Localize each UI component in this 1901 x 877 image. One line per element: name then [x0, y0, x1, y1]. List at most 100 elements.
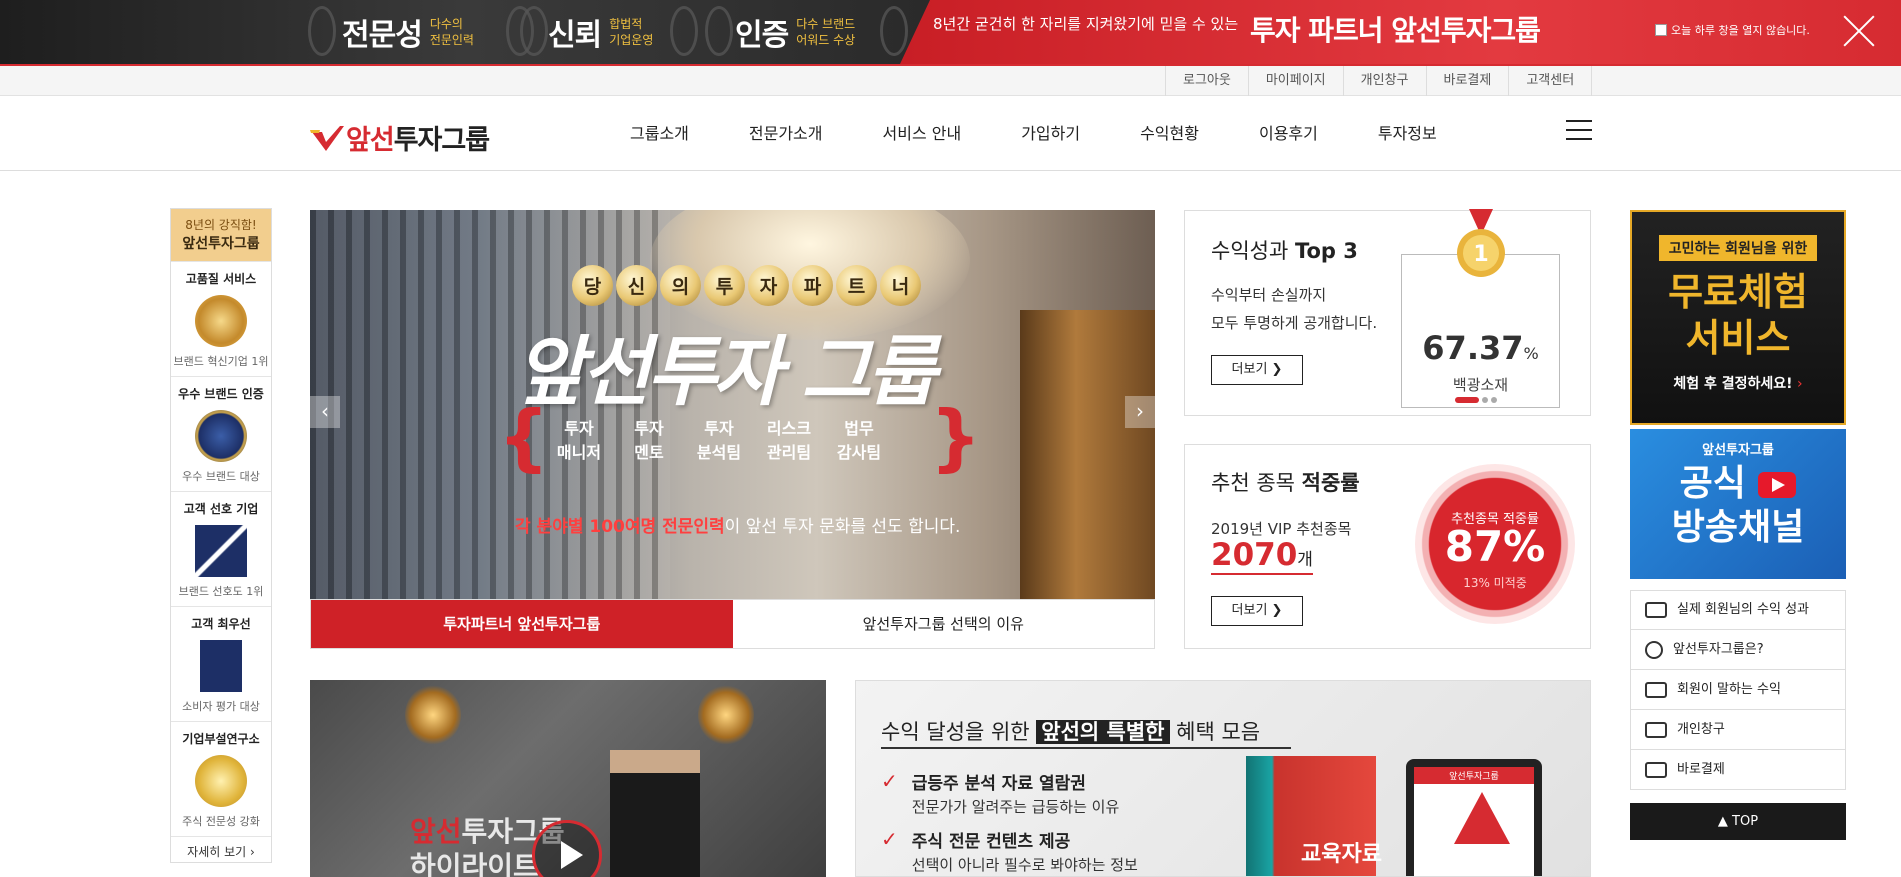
left-quick-panel: 8년의 강직함! 앞선투자그룹 고품질 서비스 브랜드 혁신기업 1위 우수 브… [170, 208, 272, 863]
banner-message: 8년간 굳건히 한 자리를 지켜왔기에 믿을 수 있는 [933, 15, 1239, 33]
banner-brand: 투자 파트너 앞선투자그룹 [1250, 14, 1541, 47]
gold-medal-icon: 1 [1457, 209, 1505, 277]
banner-item-small: 다수의 전문인력 [429, 17, 474, 47]
close-icon[interactable] [1843, 14, 1875, 46]
award-item[interactable]: 고객 최우선 소비자 평가 대상 [171, 606, 271, 721]
brand-seal-icon [195, 410, 247, 462]
nav-item-services[interactable]: 서비스 안내 [883, 96, 962, 171]
hero-badge: 트 [836, 265, 877, 306]
education-book-image: 교육자료 [1246, 756, 1382, 876]
nav-item-join[interactable]: 가입하기 [1021, 96, 1080, 171]
broadcast-channel-ad[interactable]: 앞선투자그룹 공식 방송채널 [1630, 429, 1846, 579]
quick-head-big: 앞선투자그룹 [182, 236, 260, 252]
channel-title-line2: 방송채널 [1671, 507, 1805, 548]
right-link-personal[interactable]: 개인창구 [1630, 710, 1846, 750]
award-title: 기업부설연구소 [182, 732, 260, 746]
circle-percent: 87% [1444, 522, 1546, 571]
quick-head: 8년의 강직함! 앞선투자그룹 [171, 209, 271, 261]
hero-subtitle: 각 분야별 100여명 전문인력이 앞선 투자 문화를 선도 합니다. [515, 512, 960, 537]
util-mypage-link[interactable]: 마이페이지 [1247, 66, 1343, 96]
award-item[interactable]: 고품질 서비스 브랜드 혁신기업 1위 [171, 261, 271, 376]
right-link-reviews[interactable]: 회원이 말하는 수익 [1630, 670, 1846, 710]
team-label: 법무 감사팀 [836, 419, 882, 462]
banner-item-big: 신뢰 [548, 18, 602, 53]
quick-more-link[interactable]: 자세히 보기 › [171, 836, 271, 866]
benefit-item: ✓ 주식 전문 컨텐츠 제공 선택이 아니라 필수로 봐야하는 정보 [881, 827, 1138, 875]
slider-dot[interactable] [1455, 397, 1479, 403]
kcab-logo-icon [200, 640, 242, 692]
benefit-desc: 전문가가 알려주는 급등하는 이유 [911, 798, 1120, 816]
banner-item-small: 다수 브랜드 어워드 수상 [796, 17, 856, 47]
award-title: 고객 최우선 [191, 617, 251, 631]
hero-badge: 너 [880, 265, 921, 306]
benefits-heading-pre: 수익 달성을 위한 [881, 720, 1037, 744]
checkbox-label[interactable]: 오늘 하루 창을 열지 않습니다. [1671, 22, 1810, 38]
award-medal-icon [195, 295, 247, 347]
profit-top3-box: 수익성과 Top 3 수익부터 손실까지 모두 투명하게 공개합니다. 더보기 … [1184, 209, 1591, 416]
checkbox-icon[interactable] [1655, 24, 1667, 36]
hero-tab-reason[interactable]: 앞선투자그룹 선택의 이유 [733, 600, 1155, 648]
monitor-icon [1645, 681, 1667, 698]
hide-today-checkbox[interactable]: 오늘 하루 창을 열지 않습니다. [1655, 22, 1810, 38]
profit-title-bold: Top 3 [1294, 239, 1358, 263]
benefits-heading-post: 혜택 모음 [1169, 720, 1261, 744]
util-personal-link[interactable]: 개인창구 [1342, 66, 1426, 96]
hero-teams: 투자 매니저 투자 멘토 투자 분석팀 리스크 관리팀 법무 감사팀 [555, 417, 883, 465]
hero-badge: 파 [792, 265, 833, 306]
award-item[interactable]: 고객 선호 기업 브랜드 선호도 1위 [171, 491, 271, 606]
nav-item-profits[interactable]: 수익현황 [1140, 96, 1199, 171]
menu-icon[interactable] [1566, 120, 1592, 142]
trial-tag: 고민하는 회원님을 위한 [1658, 235, 1818, 261]
right-link-label: 회원이 말하는 수익 [1677, 681, 1781, 697]
video-title-2: 하이라이트 [410, 850, 539, 877]
prev-arrow-icon[interactable]: ‹ [310, 396, 340, 428]
banner-item-trust: 신뢰 합법적 기업운영 [548, 10, 653, 54]
right-link-profit[interactable]: 실제 회원님의 수익 성과 [1630, 590, 1846, 630]
util-logout-link[interactable]: 로그아웃 [1165, 66, 1248, 96]
banner-item-big: 인증 [735, 18, 789, 53]
benefits-heading-highlight: 앞선의 특별한 [1036, 720, 1170, 744]
hero-subtitle-rest: 이 앞선 투자 문화를 선도 합니다. [724, 517, 961, 537]
hero-tab-partner[interactable]: 투자파트너 앞선투자그룹 [311, 600, 733, 648]
award-title: 고품질 서비스 [185, 272, 257, 286]
right-link-payment[interactable]: 바로결제 [1630, 750, 1846, 790]
chevron-right-icon: › [1792, 376, 1803, 392]
rank-percent-value: 67.37 [1422, 329, 1524, 367]
right-link-label: 앞선투자그룹은? [1673, 641, 1764, 657]
slider-dots [1455, 397, 1497, 403]
video-title-red: 앞선 [410, 815, 462, 848]
play-icon[interactable] [532, 820, 602, 877]
next-arrow-icon[interactable]: › [1125, 396, 1155, 428]
benefits-heading: 수익 달성을 위한 앞선의 특별한 혜택 모음 [881, 716, 1260, 746]
util-support-link[interactable]: 고객센터 [1508, 66, 1593, 96]
right-link-label: 바로결제 [1677, 761, 1725, 777]
nav-item-reviews[interactable]: 이용후기 [1259, 96, 1318, 171]
profit-desc: 수익부터 손실까지 모두 투명하게 공개합니다. [1211, 286, 1378, 332]
banner-item-big: 전문성 [342, 18, 423, 53]
check-icon: ✓ [881, 827, 898, 851]
card-icon [1645, 761, 1667, 778]
profit-more-button[interactable]: 더보기 ❯ [1211, 355, 1303, 385]
scroll-top-button[interactable]: ▲ TOP [1630, 803, 1846, 840]
right-link-label: 실제 회원님의 수익 성과 [1677, 602, 1809, 617]
award-item[interactable]: 기업부설연구소 주식 전문성 강화 [171, 721, 271, 836]
site-logo[interactable]: 앞선 투자그룹 [310, 118, 490, 157]
nav-item-info[interactable]: 투자정보 [1378, 96, 1437, 171]
team-label: 투자 분석팀 [696, 419, 742, 462]
logo-red-text: 앞선 [346, 125, 395, 156]
award-item[interactable]: 우수 브랜드 인증 우수 브랜드 대상 [171, 376, 271, 491]
brace-right-icon: } [930, 395, 982, 479]
right-link-about[interactable]: 앞선투자그룹은? [1630, 630, 1846, 670]
hero-badge: 자 [748, 265, 789, 306]
award-title: 고객 선호 기업 [183, 502, 259, 516]
nav-item-experts[interactable]: 전문가소개 [749, 96, 823, 171]
slider-dot[interactable] [1491, 397, 1497, 403]
util-payment-link[interactable]: 바로결제 [1425, 66, 1509, 96]
hit-rate-more-button[interactable]: 더보기 ❯ [1211, 596, 1303, 626]
slider-dot[interactable] [1482, 397, 1488, 403]
hit-rate-count-value: 2070 [1211, 537, 1298, 573]
nav-item-about[interactable]: 그룹소개 [630, 96, 689, 171]
briefcase-icon [1645, 721, 1667, 738]
free-trial-ad[interactable]: 고민하는 회원님을 위한 무료체험 서비스 체험 후 결정하세요! › [1630, 210, 1846, 425]
highlight-video[interactable]: 앞선투자그룹 하이라이트 [310, 680, 826, 877]
